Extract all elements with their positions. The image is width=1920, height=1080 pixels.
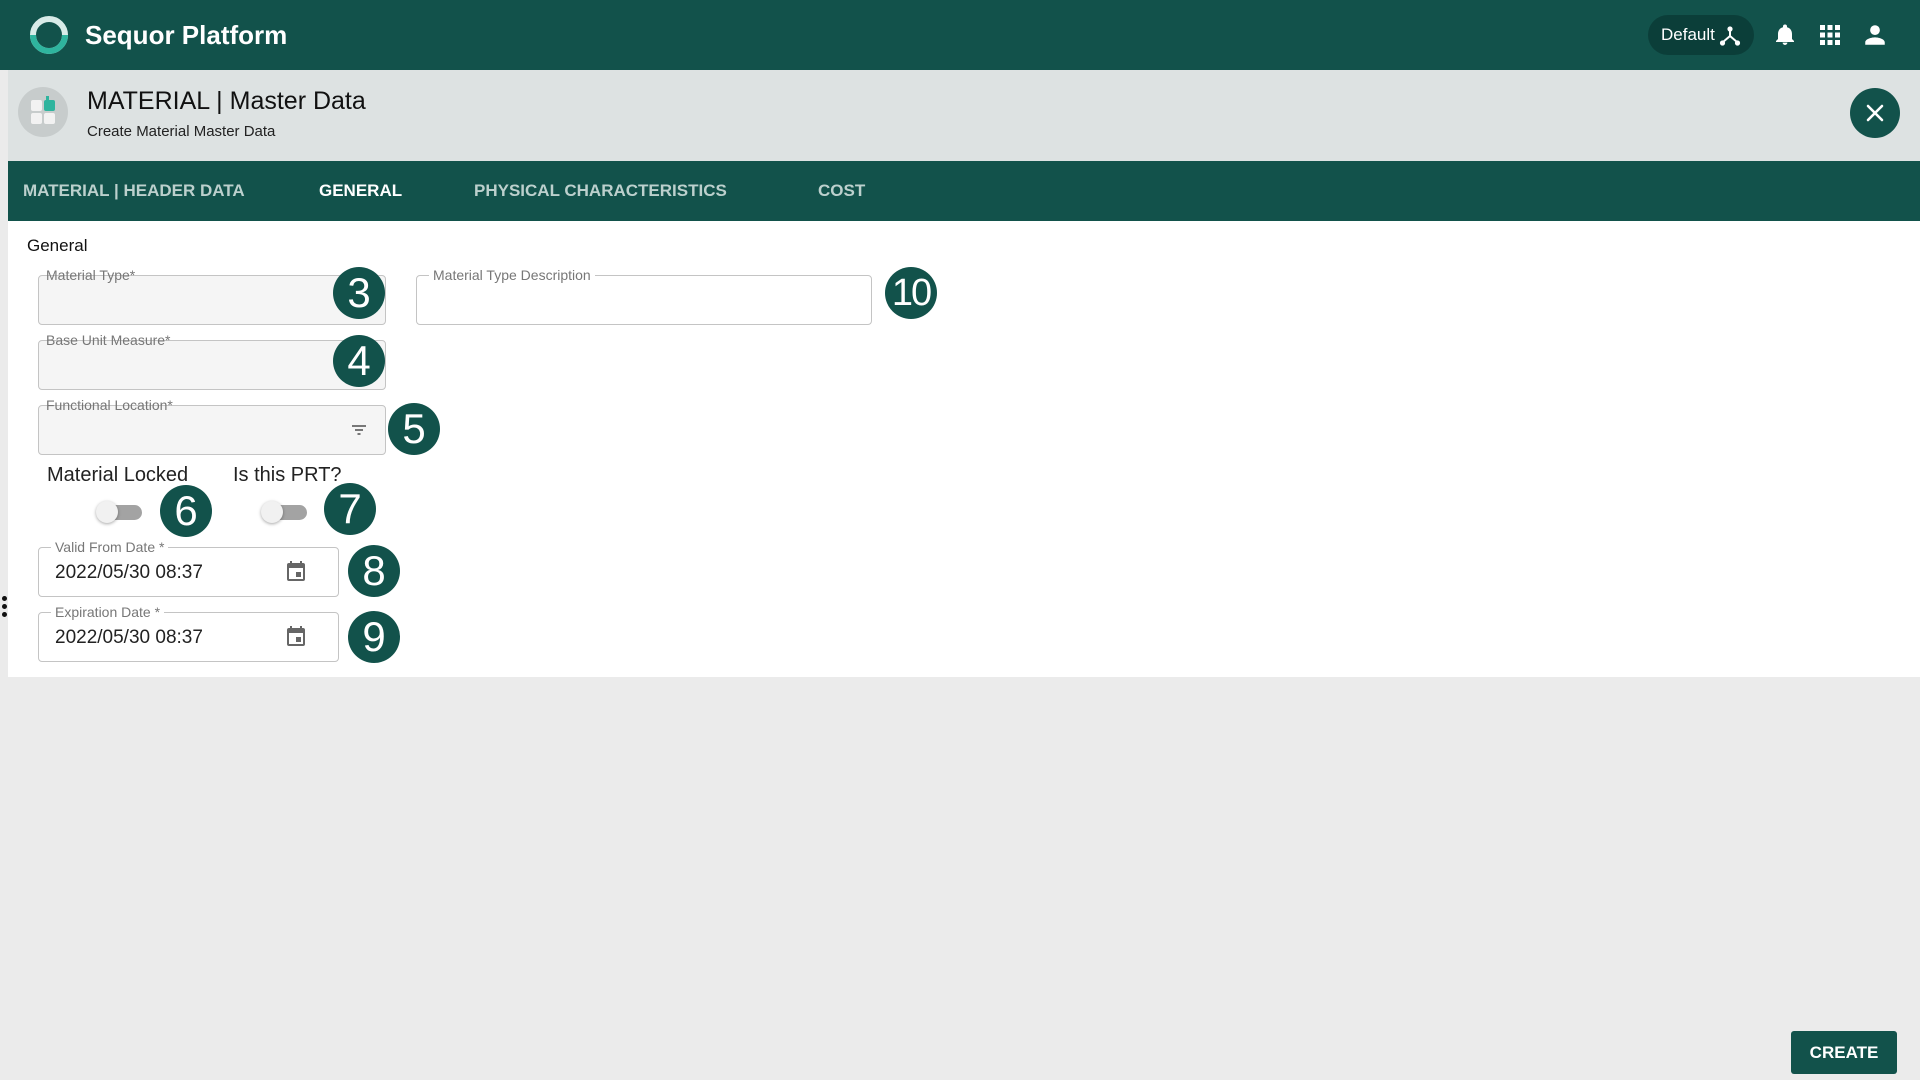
base-unit-measure-label: Base Unit Measure*: [46, 332, 171, 348]
material-type-label: Material Type*: [46, 267, 136, 283]
apps-grid-icon: [1820, 25, 1840, 45]
close-button[interactable]: [1850, 88, 1900, 138]
is-prt-toggle[interactable]: [261, 500, 309, 523]
callout-badge: 4: [333, 335, 385, 387]
valid-from-date-label: Valid From Date *: [51, 539, 169, 555]
is-prt-label: Is this PRT?: [233, 464, 342, 486]
close-icon: [1866, 104, 1884, 122]
user-icon: [1865, 25, 1885, 45]
bell-icon: [1776, 24, 1794, 45]
material-locked-label: Material Locked: [47, 464, 189, 486]
sequor-logo-icon: [30, 16, 68, 54]
calendar-icon[interactable]: [284, 624, 308, 648]
callout-badge: 6: [160, 485, 212, 537]
filter-icon[interactable]: [347, 418, 371, 442]
valid-from-date-value: 2022/05/30 08:37: [55, 562, 203, 583]
profile-selector[interactable]: Default: [1648, 15, 1754, 55]
tab-physical-characteristics[interactable]: PHYSICAL CHARACTERISTICS: [474, 181, 727, 201]
module-avatar: [18, 87, 68, 137]
side-panel-drag-handle[interactable]: [2, 596, 8, 622]
section-title: General: [27, 236, 88, 255]
tab-cost[interactable]: COST: [818, 181, 865, 201]
expiration-date-value: 2022/05/30 08:37: [55, 627, 203, 648]
page-subtitle: Create Material Master Data: [87, 123, 276, 140]
hierarchy-icon: [1719, 26, 1741, 46]
material-type-description-field[interactable]: Material Type Description: [416, 267, 872, 325]
valid-from-date-field[interactable]: Valid From Date * 2022/05/30 08:37: [38, 539, 339, 597]
material-locked-toggle[interactable]: [96, 500, 144, 523]
notifications-button[interactable]: [1770, 20, 1800, 50]
callout-badge: 8: [348, 545, 400, 597]
material-type-description-label: Material Type Description: [429, 267, 595, 283]
top-app-bar: Sequor Platform Default: [0, 0, 1920, 70]
functional-location-field[interactable]: Functional Location*: [38, 397, 386, 455]
app-title: Sequor Platform: [85, 20, 288, 50]
callout-badge: 5: [388, 403, 440, 455]
calendar-icon[interactable]: [284, 559, 308, 583]
tab-general[interactable]: GENERAL: [319, 181, 402, 201]
callout-badge: 9: [348, 611, 400, 663]
tab-bar: MATERIAL | HEADER DATA GENERAL PHYSICAL …: [8, 161, 1920, 221]
expiration-date-field[interactable]: Expiration Date * 2022/05/30 08:37: [38, 604, 339, 662]
tab-material-header-data[interactable]: MATERIAL | HEADER DATA: [23, 181, 245, 201]
page-header: MATERIAL | Master Data Create Material M…: [8, 70, 1920, 161]
functional-location-label: Functional Location*: [46, 397, 173, 413]
profile-label: Default: [1661, 25, 1715, 44]
expiration-date-label: Expiration Date *: [51, 604, 165, 620]
callout-badge: 3: [333, 267, 385, 319]
create-button[interactable]: CREATE: [1791, 1031, 1897, 1074]
general-form: General Material Type* 3 Material Type D…: [8, 221, 1920, 677]
page-title: MATERIAL | Master Data: [87, 87, 366, 115]
apps-button[interactable]: [1815, 20, 1845, 50]
callout-badge: 7: [324, 483, 376, 535]
account-button[interactable]: [1860, 20, 1890, 50]
material-module-icon: [31, 96, 55, 124]
callout-badge: 10: [885, 267, 937, 319]
